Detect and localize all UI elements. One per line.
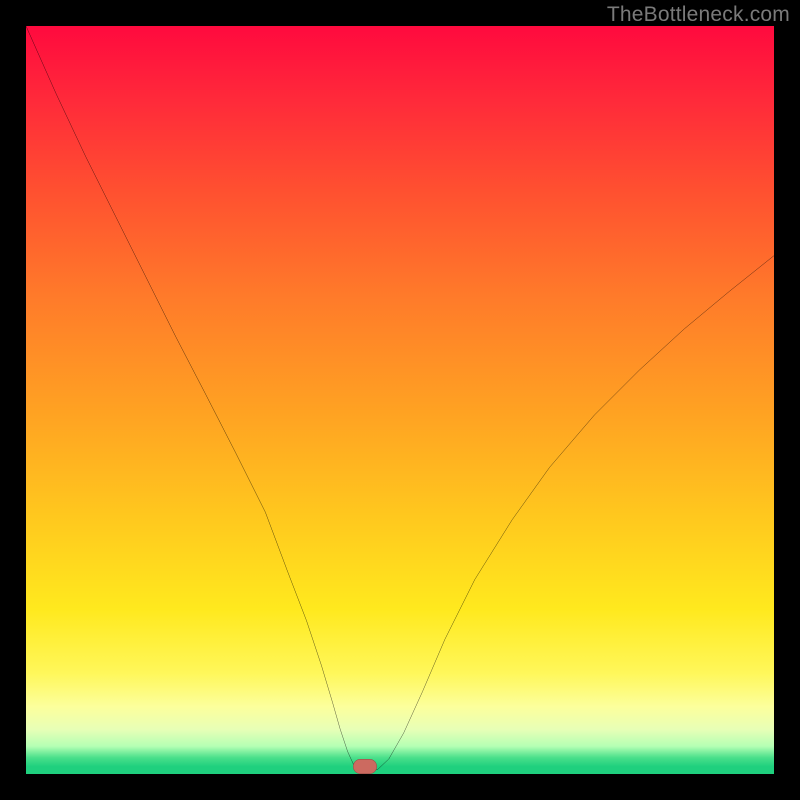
optimal-marker: [353, 759, 377, 774]
watermark-text: TheBottleneck.com: [607, 3, 790, 27]
chart-frame: TheBottleneck.com: [0, 0, 800, 800]
bottleneck-curve: [26, 26, 774, 774]
plot-area: [26, 26, 774, 774]
